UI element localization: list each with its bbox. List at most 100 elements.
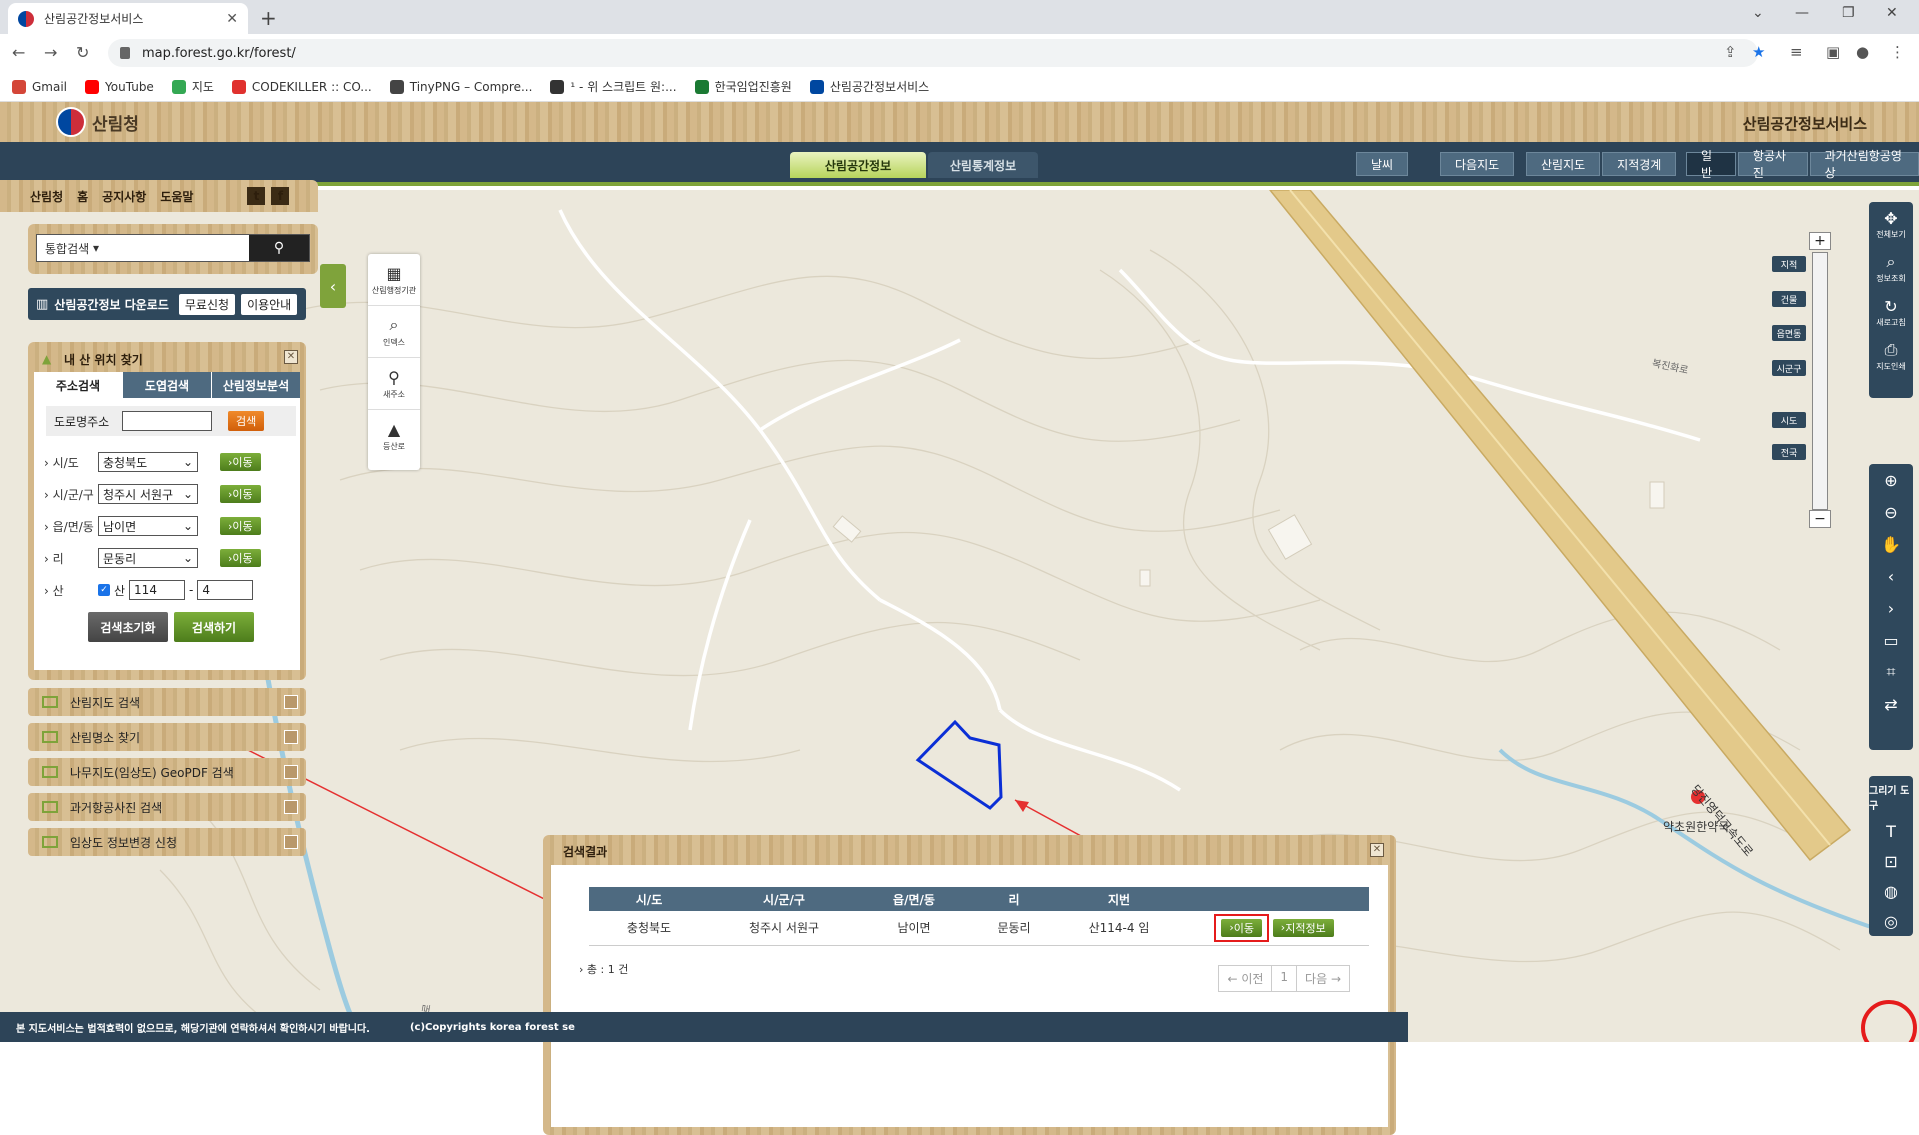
new-tab-icon[interactable]: + — [260, 6, 277, 30]
tab-forest-stats[interactable]: 산림통계정보 — [928, 152, 1038, 178]
bookmark-kofpi[interactable]: 한국임업진흥원 — [694, 78, 792, 95]
bookmark-youtube[interactable]: YouTube — [85, 79, 154, 94]
collapse-panel-button[interactable]: ‹ — [320, 264, 346, 308]
sido-select[interactable]: 충청북도 ⌄ — [98, 452, 198, 472]
tab-forest-spatial[interactable]: 산림공간정보 — [790, 152, 926, 178]
prev-view-button[interactable]: ‹ — [1869, 560, 1913, 592]
site-logo[interactable]: 산림청 — [56, 107, 139, 137]
zoom-slider[interactable] — [1812, 252, 1828, 510]
forward-icon[interactable]: → — [44, 43, 57, 62]
menu-past-aerial[interactable]: 과거항공사진 검색 — [28, 793, 306, 821]
expand-icon[interactable] — [284, 695, 298, 709]
expand-icon[interactable] — [284, 765, 298, 779]
next-view-button[interactable]: › — [1869, 592, 1913, 624]
zoom-level-eup[interactable]: 읍면동 — [1772, 325, 1806, 341]
eup-select[interactable]: 남이면 ⌄ — [98, 516, 198, 536]
minimize-icon[interactable]: — — [1795, 5, 1809, 21]
jibun-sub-input[interactable]: 4 — [197, 580, 254, 600]
menu-forest-service[interactable]: 산림청 — [30, 188, 63, 205]
bookmark-gmail[interactable]: Gmail — [12, 79, 67, 94]
guide-button[interactable]: 이용안내 — [241, 293, 298, 315]
menu-forest-attraction[interactable]: 산림명소 찾기 — [28, 723, 306, 751]
zoom-level-sido[interactable]: 시도 — [1772, 412, 1806, 428]
menu-forest-map-search[interactable]: 산림지도 검색 — [28, 688, 306, 716]
menu-notice[interactable]: 공지사항 — [102, 188, 146, 205]
menu-help[interactable]: 도움말 — [160, 188, 193, 205]
prev-page-button[interactable]: ← 이전 — [1219, 966, 1273, 991]
url-bar[interactable]: map.forest.go.kr/forest/ — [108, 39, 1758, 67]
info-query-button[interactable]: ⌕ 정보조회 — [1869, 246, 1913, 290]
print-button[interactable]: ⎙ 지도인쇄 — [1869, 334, 1913, 378]
expand-icon[interactable] — [284, 835, 298, 849]
bookmark-star-icon[interactable]: ★ — [1752, 43, 1765, 61]
zoom-level-cadastral[interactable]: 지적 — [1772, 256, 1806, 272]
quick-index[interactable]: ⌕ 인덱스 — [368, 306, 420, 358]
bookmark-codekiller[interactable]: CODEKILLER :: CO... — [231, 79, 372, 94]
forest-map-button[interactable]: 산림지도 — [1526, 152, 1601, 176]
zoom-level-sigungu[interactable]: 시군구 — [1772, 360, 1806, 376]
tab-sheet-search[interactable]: 도엽검색 — [122, 372, 211, 398]
twitter-icon[interactable]: t — [247, 187, 266, 205]
next-page-button[interactable]: 다음 → — [1297, 966, 1349, 991]
full-view-button[interactable]: ✥ 전체보기 — [1869, 202, 1913, 246]
result-move-button[interactable]: › 이동 — [1221, 918, 1262, 937]
menu-geopdf[interactable]: 나무지도(임상도) GeoPDF 검색 — [28, 758, 306, 786]
jibun-main-input[interactable]: 114 — [129, 580, 186, 600]
page-1-button[interactable]: 1 — [1272, 966, 1298, 991]
cadastral-info-button[interactable]: › 지적정보 — [1272, 918, 1334, 937]
free-apply-button[interactable]: 무료신청 — [178, 293, 236, 315]
tab-address-search[interactable]: 주소검색 — [34, 372, 122, 398]
daum-map-button[interactable]: 다음지도 — [1440, 152, 1515, 176]
reset-search-button[interactable]: 검색초기화 — [88, 612, 168, 642]
expand-icon[interactable] — [284, 730, 298, 744]
close-icon[interactable]: ✕ — [284, 350, 298, 364]
ri-move-button[interactable]: › 이동 — [220, 549, 261, 567]
pan-button[interactable]: ✋ — [1869, 528, 1913, 560]
swap-button[interactable]: ⇄ — [1869, 688, 1913, 720]
refresh-button[interactable]: ↻ 새로고침 — [1869, 290, 1913, 334]
search-type-select[interactable]: 통합검색 ▾ — [37, 235, 249, 261]
general-button[interactable]: 일반 — [1686, 149, 1736, 180]
sidepanel-icon[interactable]: ▣ — [1826, 43, 1840, 61]
quick-new-address[interactable]: ⚲ 새주소 — [368, 358, 420, 410]
mountain-checkbox[interactable]: ✓ — [98, 584, 110, 596]
bookmark-map[interactable]: 지도 — [171, 78, 214, 95]
road-search-button[interactable]: 검색 — [228, 411, 265, 431]
past-aerial-button[interactable]: 과거산림항공영상 — [1809, 149, 1919, 180]
chevron-down-icon[interactable]: ⌄ — [1752, 5, 1764, 21]
road-address-input[interactable] — [122, 411, 212, 431]
zoom-out-button[interactable]: ⊖ — [1869, 496, 1913, 528]
layer-copy-button[interactable]: ◎ — [1869, 906, 1913, 936]
zoom-out-small-button[interactable]: − — [1809, 510, 1831, 528]
search-icon[interactable]: ⚲ — [249, 235, 309, 261]
bookmark-tinypng[interactable]: TinyPNG – Compre... — [389, 79, 532, 94]
sigungu-move-button[interactable]: › 이동 — [220, 485, 261, 503]
reading-list-icon[interactable]: ≡ — [1790, 43, 1803, 61]
measure-area-button[interactable]: ⌗ — [1869, 656, 1913, 688]
close-window-icon[interactable]: ✕ — [1886, 5, 1898, 21]
restore-icon[interactable]: ❐ — [1842, 5, 1855, 21]
quick-trail[interactable]: ▲ 등산로 — [368, 410, 420, 462]
profile-icon[interactable]: ● — [1856, 43, 1869, 61]
bookmark-script[interactable]: ¹ - 위 스크립트 원:... — [550, 78, 677, 95]
reload-icon[interactable]: ↻ — [76, 43, 89, 62]
zoom-level-building[interactable]: 건물 — [1772, 291, 1806, 307]
text-box-button[interactable]: ⊡ — [1869, 846, 1913, 876]
close-tab-icon[interactable]: ✕ — [226, 11, 238, 27]
expand-icon[interactable] — [284, 800, 298, 814]
zoom-in-button[interactable]: ⊕ — [1869, 464, 1913, 496]
layer-toggle-button[interactable]: ◍ — [1869, 876, 1913, 906]
ri-select[interactable]: 문동리 ⌄ — [98, 548, 198, 568]
cadastral-button[interactable]: 지적경계 — [1602, 152, 1677, 176]
menu-change-request[interactable]: 임상도 정보변경 신청 — [28, 828, 306, 856]
weather-button[interactable]: 날씨 — [1356, 152, 1409, 176]
quick-admin-office[interactable]: ▦ 산림행정기관 — [368, 254, 420, 306]
eup-move-button[interactable]: › 이동 — [220, 517, 261, 535]
zoom-in-small-button[interactable]: + — [1809, 232, 1831, 250]
text-tool-button[interactable]: T — [1869, 816, 1913, 846]
aerial-button[interactable]: 항공사진 — [1737, 149, 1808, 180]
sigungu-select[interactable]: 청주시 서원구 ⌄ — [98, 484, 198, 504]
tab-forest-analysis[interactable]: 산림정보분석 — [211, 372, 300, 398]
measure-distance-button[interactable]: ▭ — [1869, 624, 1913, 656]
search-submit-button[interactable]: 검색하기 — [174, 612, 254, 642]
